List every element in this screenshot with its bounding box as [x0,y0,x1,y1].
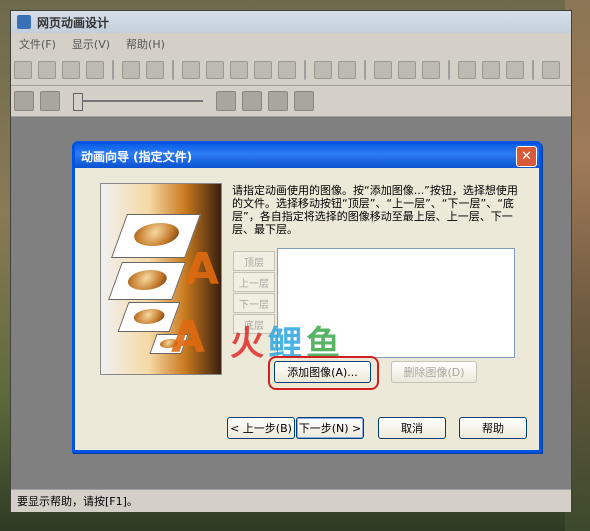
toolbar-separator [112,60,114,80]
up-layer-button[interactable]: 上一层 [233,272,275,292]
animate-icon[interactable] [506,61,524,79]
paste-icon[interactable] [230,61,248,79]
help-button[interactable]: 帮助 [459,417,527,439]
down-layer-button[interactable]: 下一层 [233,293,275,313]
layer-image [108,262,186,300]
new-icon[interactable] [14,61,32,79]
erase-icon[interactable] [254,61,272,79]
list-icon[interactable] [422,61,440,79]
save-icon[interactable] [62,61,80,79]
app-title: 网页动画设计 [37,15,110,30]
app-icon [17,15,31,29]
instructions-text: 请指定动画使用的图像。按“添加图像...”按钮，选择想使用的文件。选择移动按钮“… [232,184,518,236]
main-toolbar [11,55,571,86]
menu-help[interactable]: 帮助(H) [118,36,173,52]
copy-doc-icon[interactable] [86,61,104,79]
highlight-ring [268,356,379,390]
stop-icon[interactable] [242,91,262,111]
undo-icon[interactable] [314,61,332,79]
stamp-icon[interactable] [146,61,164,79]
app-titlebar: 网页动画设计 [11,11,571,33]
play-last-icon[interactable] [294,91,314,111]
props-icon[interactable] [374,61,392,79]
dialog-title: 动画向导 (指定文件) [81,149,193,164]
playback-toolbar [11,86,571,117]
top-layer-button[interactable]: 顶层 [233,251,275,271]
toolbar-separator [364,60,366,80]
slider-thumb[interactable] [73,93,83,111]
menu-view[interactable]: 显示(V) [64,36,118,52]
close-icon[interactable]: ✕ [516,146,537,167]
play-prev-icon[interactable] [40,91,60,111]
wizard-dialog: 动画向导 (指定文件) ✕ A A 请指定动画使用的图像。按“添加图像...”按… [72,141,542,453]
cut-icon[interactable] [182,61,200,79]
frame-icon[interactable] [398,61,416,79]
image-icon[interactable] [458,61,476,79]
image-edit-icon[interactable] [482,61,500,79]
decorative-letter: A [171,312,206,363]
dialog-titlebar: 动画向导 (指定文件) ✕ [75,144,539,168]
statusbar: 要显示帮助，请按[F1]。 [11,489,571,512]
toolbar-separator [172,60,174,80]
copy-icon[interactable] [206,61,224,79]
delete-image-button[interactable]: 删除图像(D) [391,361,477,383]
menu-file[interactable]: 文件(F) [11,36,64,52]
toolbar-separator [532,60,534,80]
open-icon[interactable] [38,61,56,79]
play-icon[interactable] [216,91,236,111]
redo-icon[interactable] [338,61,356,79]
frame-slider[interactable] [73,92,203,111]
back-button[interactable]: < 上一步(B) [227,417,295,439]
import-icon[interactable] [122,61,140,79]
wizard-illustration: A A [100,183,222,375]
menubar: 文件(F) 显示(V) 帮助(H) [11,33,571,56]
play-first-icon[interactable] [14,91,34,111]
decorative-letter: A [185,244,220,295]
toolbar-separator [448,60,450,80]
next-button[interactable]: 下一步(N) > [296,417,364,439]
cancel-button[interactable]: 取消 [378,417,446,439]
status-text: 要显示帮助，请按[F1]。 [17,495,138,508]
toolbar-separator [304,60,306,80]
duplicate-icon[interactable] [278,61,296,79]
pen-icon[interactable] [542,61,560,79]
play-next-icon[interactable] [268,91,288,111]
slider-track [73,100,203,102]
